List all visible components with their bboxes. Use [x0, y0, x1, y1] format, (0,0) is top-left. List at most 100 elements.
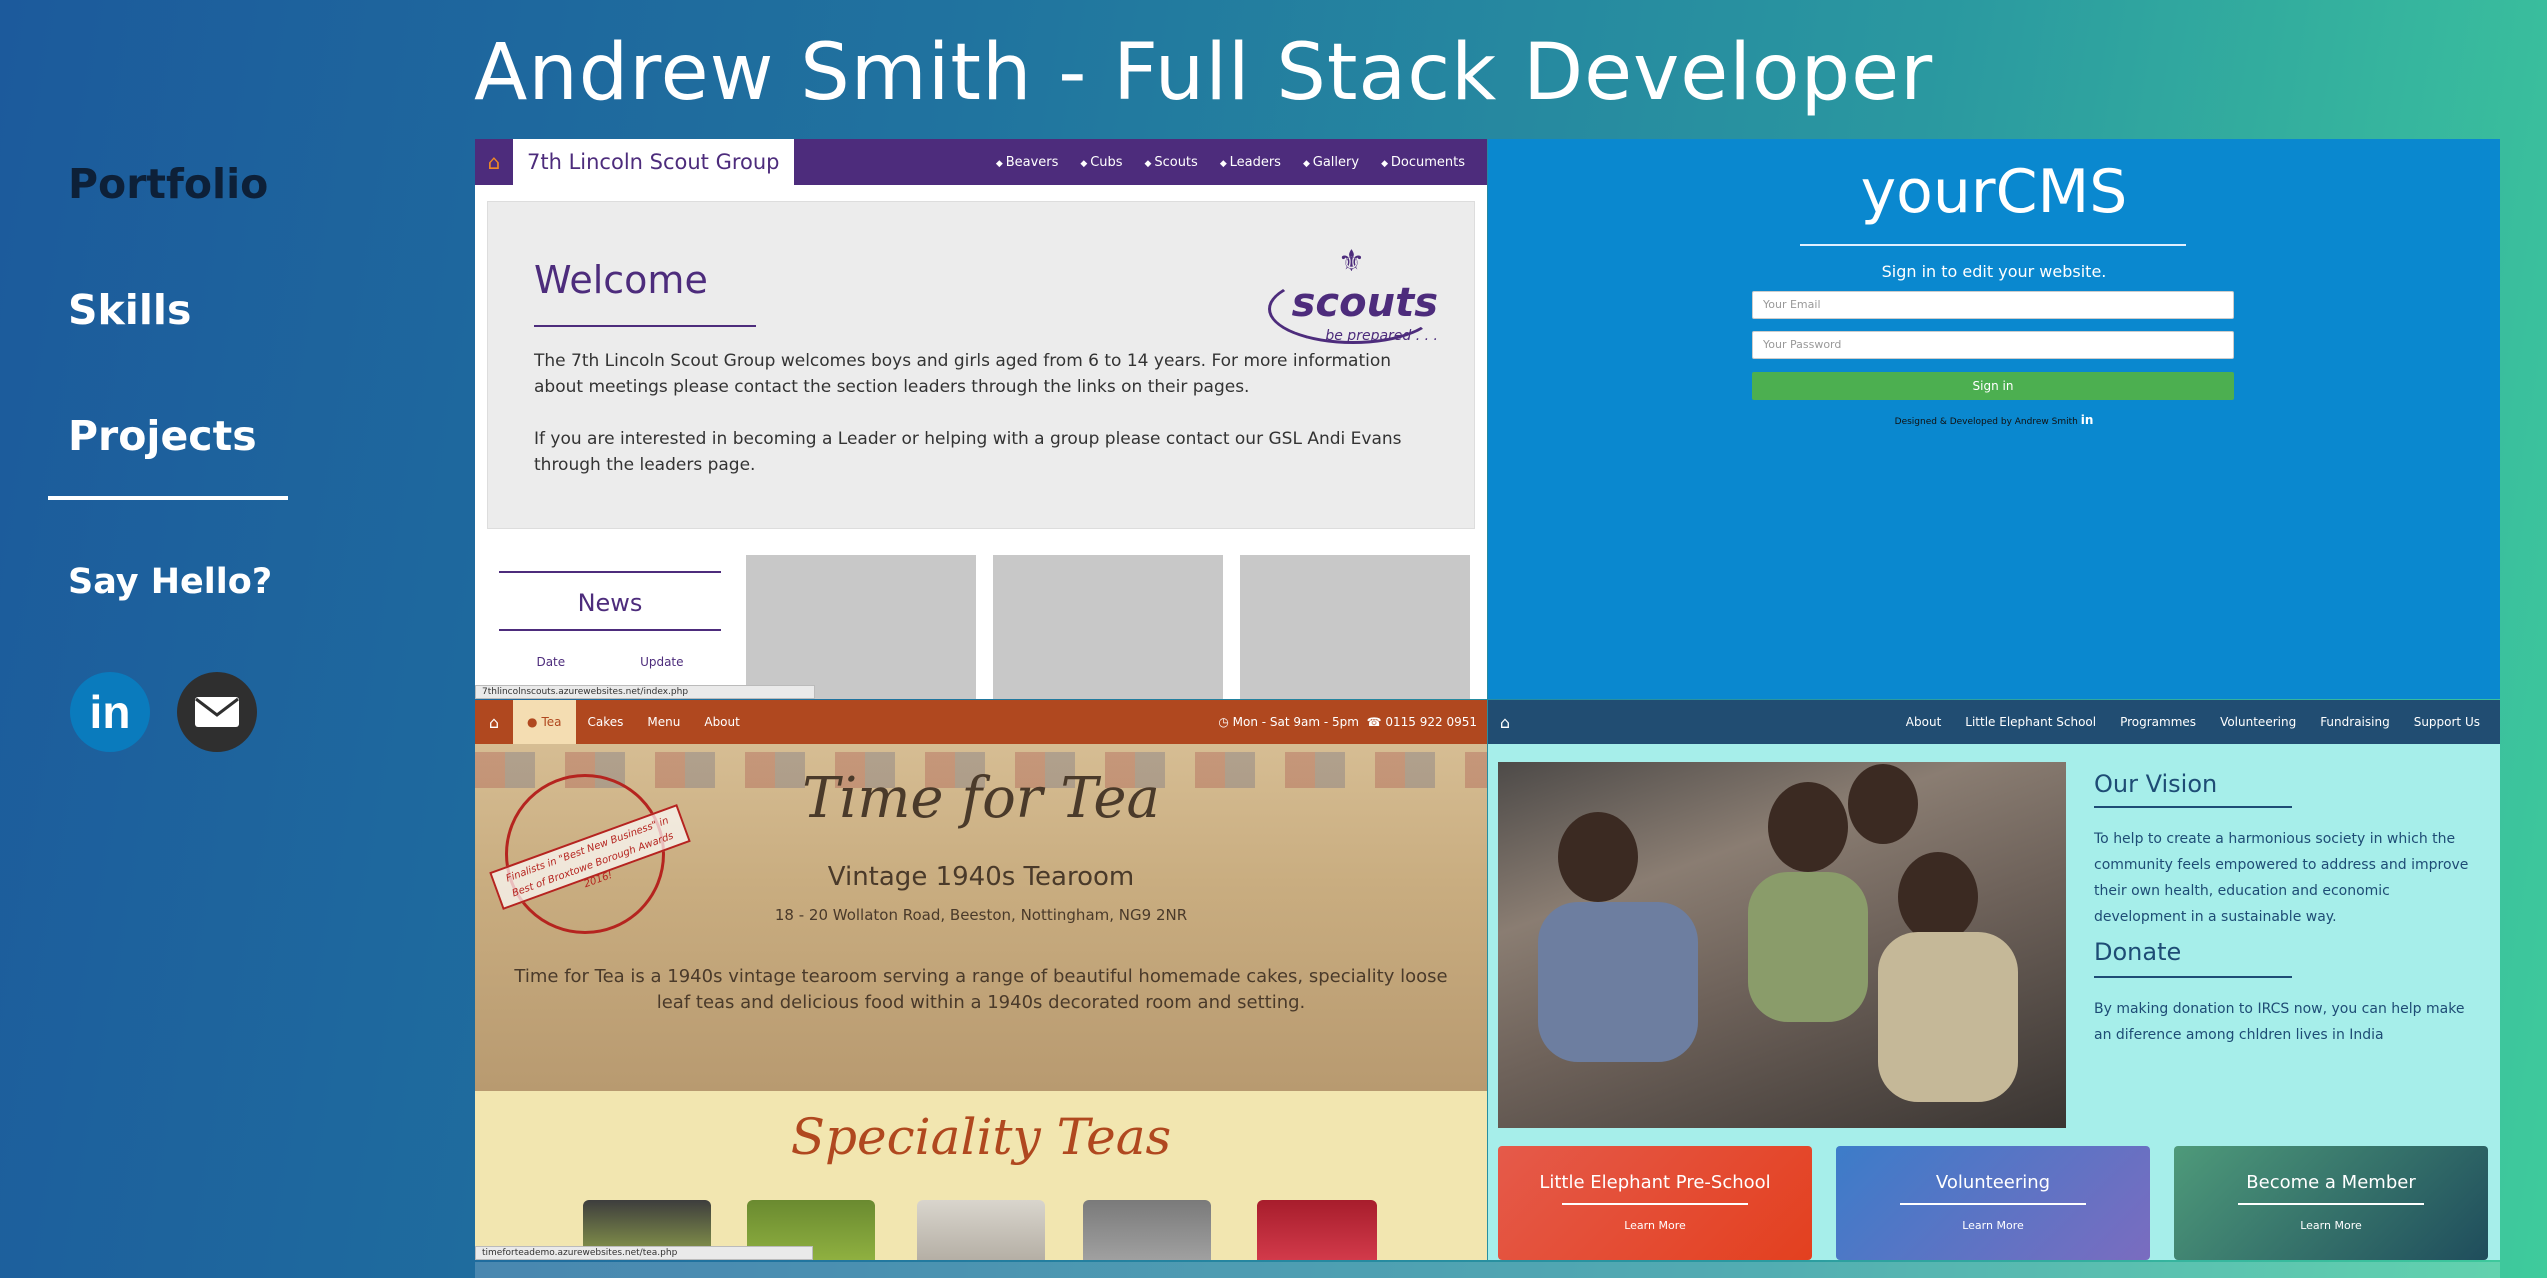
tea-menu-tea-label: Tea — [541, 715, 562, 729]
cms-title-rule — [1800, 244, 2186, 246]
home-icon[interactable]: ⌂ — [475, 713, 513, 732]
elephant-menu-support[interactable]: Support Us — [2414, 715, 2480, 729]
tea-menu-menu[interactable]: Menu — [635, 715, 692, 729]
nav-divider — [48, 496, 288, 500]
learn-more-link[interactable]: Learn More — [2174, 1219, 2488, 1232]
nav-projects[interactable]: Projects — [68, 412, 268, 460]
children-photo — [1498, 762, 2066, 1128]
child-figure — [1878, 932, 2018, 1102]
nav-skills[interactable]: Skills — [68, 286, 268, 334]
news-col-update: Update — [640, 655, 684, 669]
child-figure — [1768, 782, 1848, 872]
project-little-elephant[interactable]: ⌂ About Little Elephant School Programme… — [1488, 700, 2500, 1260]
scouts-welcome-text-2: If you are interested in becoming a Lead… — [534, 429, 1402, 475]
donate-text: By making donation to IRCS now, you can … — [2094, 1001, 2465, 1043]
nav-portfolio[interactable]: Portfolio — [68, 160, 268, 208]
tea-hours: ◷ Mon - Sat 9am - 5pm ☎ 0115 922 0951 — [1218, 715, 1477, 729]
vision-text: To help to create a harmonious society i… — [2094, 831, 2469, 925]
password-field[interactable]: Your Password — [1752, 331, 2234, 359]
card-preschool[interactable]: Little Elephant Pre-School Learn More — [1498, 1146, 1812, 1260]
project-scouts[interactable]: ⌂ 7th Lincoln Scout Group Beavers Cubs S… — [475, 139, 1487, 699]
child-figure — [1748, 872, 1868, 1022]
cms-subtitle: Sign in to edit your website. — [1881, 262, 2107, 281]
child-figure — [1558, 812, 1638, 902]
tea-script-title: Time for Tea — [802, 766, 1160, 831]
learn-more-link[interactable]: Learn More — [1836, 1219, 2150, 1232]
gallery-thumb[interactable] — [993, 555, 1223, 699]
home-icon[interactable]: ⌂ — [1488, 713, 1522, 732]
scouts-welcome-heading: Welcome — [534, 258, 708, 302]
email-icon[interactable] — [177, 672, 257, 752]
tea-jar-image[interactable] — [917, 1200, 1045, 1260]
gallery-thumb[interactable] — [746, 555, 976, 699]
child-figure — [1898, 852, 1978, 942]
scouts-logo: ⚜ scouts be prepared . . . — [1268, 244, 1438, 354]
scouts-menu-cubs[interactable]: Cubs — [1080, 155, 1122, 170]
status-url: timeforteademo.azurewebsites.net/tea.php — [475, 1246, 813, 1260]
news-col-date: Date — [536, 655, 566, 669]
fleur-de-lis-icon: ⚜ — [1338, 244, 1365, 279]
scouts-welcome-panel: Welcome The 7th Lincoln Scout Group welc… — [487, 201, 1475, 529]
tea-address: 18 - 20 Wollaton Road, Beeston, Nottingh… — [774, 906, 1188, 924]
child-figure — [1848, 764, 1918, 844]
scouts-menu-leaders[interactable]: Leaders — [1220, 155, 1281, 170]
page-title: Andrew Smith - Full Stack Developer — [474, 28, 1934, 118]
card-volunteering[interactable]: Volunteering Learn More — [1836, 1146, 2150, 1260]
learn-more-link[interactable]: Learn More — [1498, 1219, 1812, 1232]
elephant-menu-programmes[interactable]: Programmes — [2120, 715, 2196, 729]
scouts-news-heading: News — [577, 589, 643, 617]
scouts-welcome-rule — [534, 325, 756, 327]
side-nav: Portfolio Skills Projects — [68, 160, 268, 538]
elephant-menu-volunteering[interactable]: Volunteering — [2220, 715, 2296, 729]
scouts-logo-motto: be prepared . . . — [1325, 328, 1438, 344]
scouts-welcome-text-1: The 7th Lincoln Scout Group welcomes boy… — [534, 351, 1392, 397]
linkedin-icon[interactable]: in — [70, 672, 150, 752]
tea-description: Time for Tea is a 1940s vintage tearoom … — [514, 966, 1448, 1013]
scouts-navbar: ⌂ 7th Lincoln Scout Group Beavers Cubs S… — [475, 139, 1487, 185]
status-url: 7thlincolnscouts.azurewebsites.net/index… — [475, 685, 815, 699]
elephant-menu-school[interactable]: Little Elephant School — [1965, 715, 2096, 729]
home-icon[interactable]: ⌂ — [475, 139, 513, 185]
cms-title: yourCMS — [1860, 157, 2128, 227]
scouts-logo-word: scouts — [1291, 280, 1438, 326]
scouts-menu-beavers[interactable]: Beavers — [996, 155, 1059, 170]
tea-hours-text: Mon - Sat 9am - 5pm — [1232, 715, 1359, 729]
page-fold — [475, 1262, 2500, 1278]
card-title: Little Elephant Pre-School — [1539, 1172, 1771, 1193]
gallery-thumb[interactable] — [1240, 555, 1470, 699]
signin-button[interactable]: Sign in — [1752, 372, 2234, 400]
scouts-menu-documents[interactable]: Documents — [1381, 155, 1465, 170]
elephant-navbar: ⌂ About Little Elephant School Programme… — [1488, 700, 2500, 744]
speciality-teas-heading: Speciality Teas — [790, 1108, 1172, 1166]
tea-hero: Finalists in "Best New Business" in Best… — [475, 744, 1487, 1091]
child-figure — [1538, 902, 1698, 1062]
email-field[interactable]: Your Email — [1752, 291, 2234, 319]
scouts-menu-scouts[interactable]: Scouts — [1145, 155, 1197, 170]
card-title: Volunteering — [1935, 1172, 2051, 1193]
project-timefortea[interactable]: ⌂ ● Tea Cakes Menu About ◷ Mon - Sat 9am… — [475, 700, 1487, 1260]
tea-menu-about[interactable]: About — [692, 715, 751, 729]
nav-say-hello[interactable]: Say Hello? — [68, 562, 272, 602]
tea-phone: 0115 922 0951 — [1385, 715, 1477, 729]
cms-footer-text: Designed & Developed by Andrew Smith — [1894, 417, 2078, 427]
scouts-menu-gallery[interactable]: Gallery — [1303, 155, 1359, 170]
cms-footer: Designed & Developed by Andrew Smith in — [1488, 413, 2500, 427]
tea-menu-cakes[interactable]: Cakes — [576, 715, 636, 729]
tea-subtitle: Vintage 1940s Tearoom — [827, 862, 1135, 892]
card-member[interactable]: Become a Member Learn More — [2174, 1146, 2488, 1260]
scouts-brand[interactable]: 7th Lincoln Scout Group — [513, 139, 794, 185]
linkedin-icon[interactable]: in — [2081, 413, 2094, 427]
tea-jar-image[interactable] — [1083, 1200, 1211, 1260]
donate-heading: Donate — [2094, 938, 2182, 966]
tea-menu-tea[interactable]: ● Tea — [513, 700, 576, 744]
tea-jar-image[interactable] — [1257, 1200, 1377, 1260]
scouts-news: News Date Update — [499, 571, 721, 669]
elephant-menu-fundraising[interactable]: Fundraising — [2320, 715, 2390, 729]
tea-navbar: ⌂ ● Tea Cakes Menu About ◷ Mon - Sat 9am… — [475, 700, 1487, 744]
vision-heading: Our Vision — [2094, 770, 2218, 798]
donate-rule — [2094, 976, 2292, 978]
elephant-menu-about[interactable]: About — [1906, 715, 1941, 729]
project-yourcms[interactable]: yourCMS Sign in to edit your website. Yo… — [1488, 139, 2500, 699]
card-title: Become a Member — [2246, 1172, 2416, 1193]
vision-rule — [2094, 806, 2292, 808]
